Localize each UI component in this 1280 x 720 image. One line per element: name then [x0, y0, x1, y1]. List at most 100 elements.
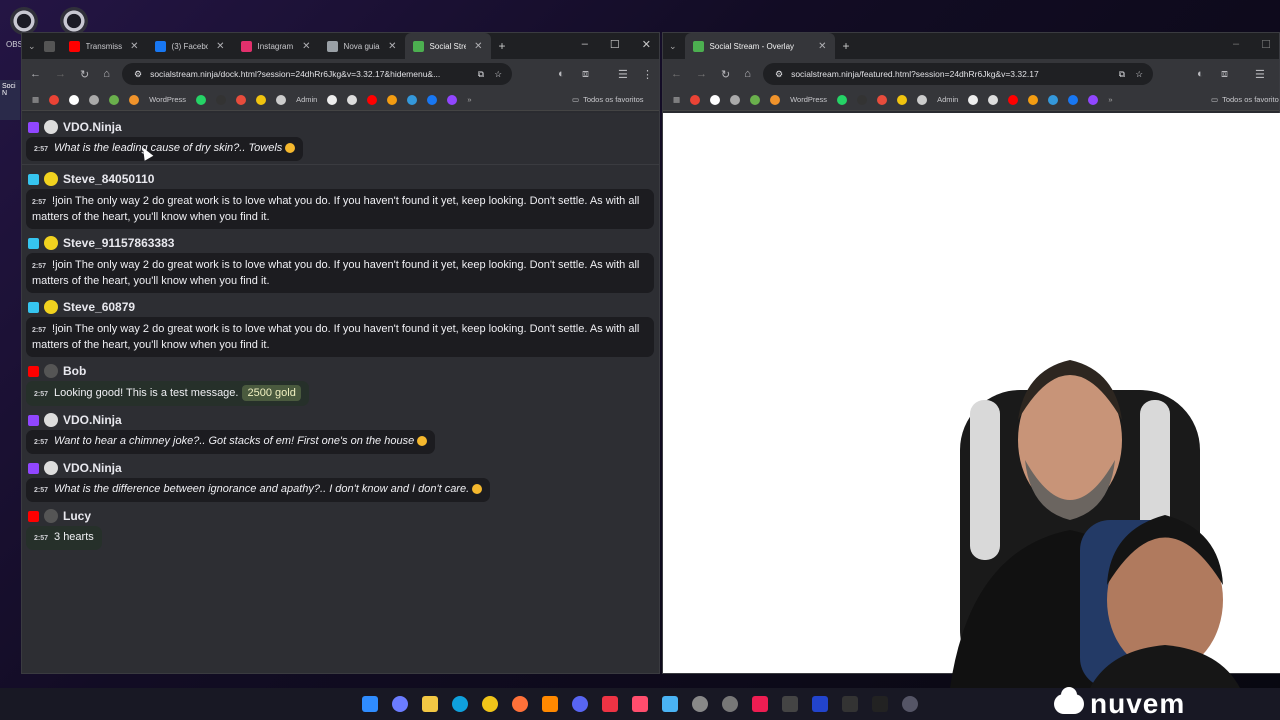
copilot-icon[interactable]	[392, 696, 408, 712]
bookmark-icon[interactable]	[750, 94, 761, 105]
chat-message[interactable]: Steve_60879 2:57 !join The only way 2 do g…	[22, 297, 659, 357]
apps-icon[interactable]: ▦	[673, 95, 680, 104]
edge-icon[interactable]	[452, 696, 468, 712]
app-icon[interactable]	[602, 696, 618, 712]
maximize-icon[interactable]: ☐	[1261, 38, 1271, 51]
bookmark-icon[interactable]	[89, 94, 100, 105]
facebook-icon[interactable]	[427, 94, 438, 105]
chat-message[interactable]: Bob 2:57 Looking good! This is a test mess…	[22, 361, 659, 406]
bookmark-icon[interactable]	[968, 94, 979, 105]
bookmark-icon[interactable]	[387, 94, 398, 105]
bookmark-icon[interactable]	[770, 94, 781, 105]
extensions-icon[interactable]: ⧈	[582, 68, 589, 81]
bookmark-icon[interactable]	[129, 94, 140, 105]
close-tab-icon[interactable]: ✕	[388, 41, 396, 52]
bookmark-icon[interactable]	[877, 94, 888, 105]
whatsapp-icon[interactable]	[837, 94, 848, 105]
address-bar[interactable]: ⚙ socialstream.ninja/featured.html?sessi…	[763, 63, 1153, 85]
app-icon[interactable]	[842, 696, 858, 712]
bookmark-icon[interactable]	[216, 94, 227, 105]
close-icon[interactable]: ✕	[642, 38, 651, 51]
close-tab-icon[interactable]: ✕	[302, 41, 310, 52]
bookmark-icon[interactable]	[347, 94, 358, 105]
bookmark-icon[interactable]	[897, 94, 908, 105]
tab-3[interactable]: Instagram ✕	[233, 33, 319, 59]
youtube-icon[interactable]	[367, 94, 378, 105]
forward-icon[interactable]: →	[55, 68, 66, 80]
back-icon[interactable]: ←	[671, 68, 682, 80]
minimize-icon[interactable]: –	[582, 38, 588, 51]
tab-search-icon[interactable]: ⌄	[28, 41, 36, 52]
google-icon[interactable]	[710, 94, 721, 105]
tiktok-icon[interactable]	[752, 696, 768, 712]
bookmark-icon[interactable]	[276, 94, 287, 105]
forward-icon[interactable]: →	[696, 68, 707, 80]
home-icon[interactable]: ⌂	[103, 68, 110, 80]
bookmark-icon[interactable]	[1028, 94, 1039, 105]
whatsapp-icon[interactable]	[196, 94, 207, 105]
menu-icon[interactable]: ⋮	[642, 68, 653, 81]
close-tab-icon[interactable]: ✕	[130, 41, 138, 52]
bookmark-icon[interactable]	[109, 94, 120, 105]
firefox-icon[interactable]	[512, 696, 528, 712]
app-icon[interactable]	[782, 696, 798, 712]
tab-search-icon[interactable]: ⌄	[669, 41, 677, 52]
facebook-icon[interactable]	[1068, 94, 1079, 105]
bookmark-admin[interactable]: Admin	[937, 95, 958, 104]
youtube-icon[interactable]	[1008, 94, 1019, 105]
bookmark-icon[interactable]	[857, 94, 868, 105]
chat-message[interactable]: Steve_84050110 2:57 !join The only way 2 d…	[22, 169, 659, 229]
app-icon[interactable]	[872, 696, 888, 712]
home-icon[interactable]: ⌂	[744, 68, 751, 80]
new-tab-button[interactable]: +	[499, 39, 506, 53]
app-icon[interactable]	[632, 696, 648, 712]
bookmark-icon[interactable]	[730, 94, 741, 105]
reload-icon[interactable]: ↻	[80, 68, 89, 81]
twitch-icon[interactable]	[447, 94, 458, 105]
minimize-icon[interactable]: –	[1233, 38, 1239, 51]
chat-message[interactable]: Steve_91157863383 2:57 !join The only way …	[22, 233, 659, 293]
app-icon[interactable]	[902, 696, 918, 712]
bookmark-star-icon[interactable]: ☆	[1135, 69, 1143, 80]
chat-message[interactable]: VDO.Ninja 2:57 Want to hear a chimney joke…	[22, 410, 659, 454]
app-icon[interactable]	[812, 696, 828, 712]
bookmark-wordpress[interactable]: WordPress	[149, 95, 186, 104]
apps-icon[interactable]: ▦	[32, 95, 39, 104]
bookmark-icon[interactable]	[988, 94, 999, 105]
bookmark-icon[interactable]	[256, 94, 267, 105]
bookmark-icon[interactable]	[327, 94, 338, 105]
bookmark-wordpress[interactable]: WordPress	[790, 95, 827, 104]
reload-icon[interactable]: ↻	[721, 68, 730, 81]
extensions-icon[interactable]: ⧈	[1221, 68, 1228, 81]
all-bookmarks-folder[interactable]: ▭ Todos os favoritos	[1211, 95, 1279, 104]
tab-5[interactable]: Social Stre ✕	[404, 33, 491, 59]
bookmark-star-icon[interactable]: ☆	[494, 69, 502, 80]
bookmark-icon[interactable]	[1048, 94, 1059, 105]
pinned-tab-icon[interactable]	[43, 40, 55, 52]
tab-2[interactable]: (3) Faceboo ✕	[147, 33, 233, 59]
vlc-icon[interactable]	[542, 696, 558, 712]
desktop-shortcut[interactable]: Soci N	[0, 80, 20, 120]
sidebar-icon[interactable]: ☰	[1255, 68, 1265, 81]
chrome-icon[interactable]	[482, 696, 498, 712]
obs-icon-2[interactable]	[60, 7, 88, 35]
file-explorer-icon[interactable]	[422, 696, 438, 712]
tab-1[interactable]: Transmissã ✕	[61, 33, 147, 59]
google-icon[interactable]	[69, 94, 80, 105]
bookmark-icon[interactable]	[236, 94, 247, 105]
more-bookmarks-icon[interactable]: »	[467, 95, 471, 104]
close-tab-icon[interactable]: ✕	[818, 41, 826, 52]
chat-message[interactable]: VDO.Ninja 2:57 What is the leading cause o…	[22, 117, 659, 165]
gmail-icon[interactable]	[49, 94, 60, 105]
start-icon[interactable]	[362, 696, 378, 712]
obs-icon[interactable]	[10, 7, 38, 35]
all-bookmarks-folder[interactable]: ▭ Todos os favoritos	[572, 95, 644, 104]
extension-icon[interactable]: ◐	[558, 68, 565, 80]
maximize-icon[interactable]: ☐	[610, 38, 620, 51]
bookmark-icon[interactable]	[917, 94, 928, 105]
new-tab-button[interactable]: +	[843, 39, 850, 53]
app-icon[interactable]	[662, 696, 678, 712]
chat-message[interactable]: VDO.Ninja 2:57 What is the difference betw…	[22, 458, 659, 502]
bookmark-icon[interactable]	[407, 94, 418, 105]
tab-overlay[interactable]: Social Stream - Overlay ✕	[684, 33, 835, 59]
